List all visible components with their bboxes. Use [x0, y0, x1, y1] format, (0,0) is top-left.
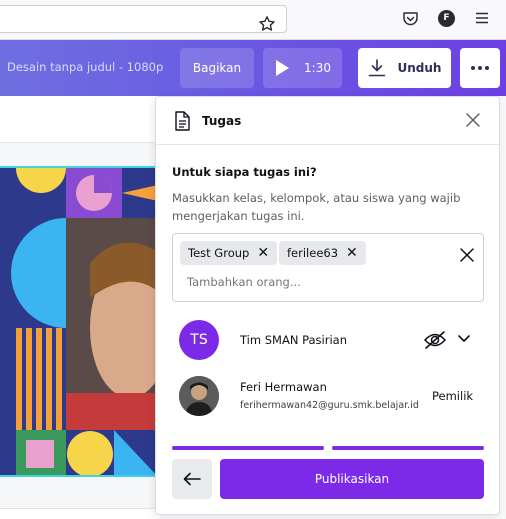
- download-icon: [368, 59, 385, 77]
- editor-footer: [0, 508, 160, 519]
- canvas-artwork: [0, 168, 158, 475]
- play-button[interactable]: 1:30: [263, 48, 342, 88]
- chip-label: Test Group: [188, 246, 250, 260]
- avatar: [179, 376, 219, 416]
- publish-button[interactable]: Publikasikan: [220, 459, 484, 499]
- member-role: Pemilik: [432, 389, 474, 403]
- member-name: Tim SMAN Pasirian: [240, 333, 347, 347]
- remove-chip-icon[interactable]: ✕: [257, 245, 269, 261]
- assign-question: Untuk siapa tugas ini?: [172, 165, 317, 179]
- document-icon: [175, 111, 190, 131]
- play-duration: 1:30: [304, 61, 331, 75]
- task-panel: Tugas Untuk siapa tugas ini? Masukkan ke…: [155, 96, 500, 515]
- recipient-field[interactable]: Test Group ✕ ferilee63 ✕: [172, 233, 484, 302]
- recipient-chip: Test Group ✕: [180, 241, 278, 265]
- download-label: Unduh: [397, 61, 442, 75]
- more-icon: [471, 66, 489, 70]
- assign-help-text: Masukkan kelas, kelompok, atau siswa yan…: [172, 191, 461, 223]
- chip-label: ferilee63: [287, 246, 339, 260]
- browser-toolbar: F: [0, 0, 506, 40]
- add-people-input[interactable]: [187, 275, 447, 289]
- pocket-icon[interactable]: [402, 10, 419, 27]
- member-email: ferihermawan42@guru.smk.belajar.id: [240, 400, 419, 411]
- remove-chip-icon[interactable]: ✕: [346, 245, 358, 261]
- download-button[interactable]: Unduh: [358, 48, 451, 88]
- account-icon[interactable]: F: [438, 10, 455, 27]
- clear-all-icon[interactable]: [460, 248, 474, 262]
- close-icon[interactable]: [465, 112, 481, 128]
- hamburger-icon[interactable]: [475, 11, 489, 25]
- play-icon: [276, 60, 290, 76]
- share-button[interactable]: Bagikan: [180, 48, 254, 88]
- avatar-photo-icon: [179, 376, 219, 416]
- member-name: Feri Hermawan: [240, 380, 327, 394]
- panel-header: Tugas: [156, 97, 499, 145]
- avatar: TS: [179, 320, 219, 360]
- url-bar[interactable]: [0, 5, 287, 33]
- document-title[interactable]: Desain tanpa judul - 1080p: [7, 60, 163, 74]
- editor-toolbar: [0, 96, 160, 143]
- progress-step-2: [332, 446, 484, 450]
- eye-hidden-icon[interactable]: [423, 330, 447, 350]
- member-row: TS Tim SMAN Pasirian: [172, 318, 484, 362]
- chevron-down-icon[interactable]: [457, 333, 471, 345]
- more-options-button[interactable]: [460, 48, 500, 88]
- design-canvas[interactable]: [0, 166, 160, 477]
- progress-step-1: [172, 446, 324, 450]
- arrow-left-icon: [183, 472, 201, 486]
- member-row: Feri Hermawan ferihermawan42@guru.smk.be…: [172, 374, 484, 418]
- star-icon[interactable]: [258, 15, 276, 33]
- recipient-chip: ferilee63 ✕: [279, 241, 366, 265]
- panel-title: Tugas: [202, 114, 242, 128]
- back-button[interactable]: [172, 459, 212, 499]
- editor-header: Desain tanpa judul - 1080p Bagikan 1:30 …: [0, 40, 506, 96]
